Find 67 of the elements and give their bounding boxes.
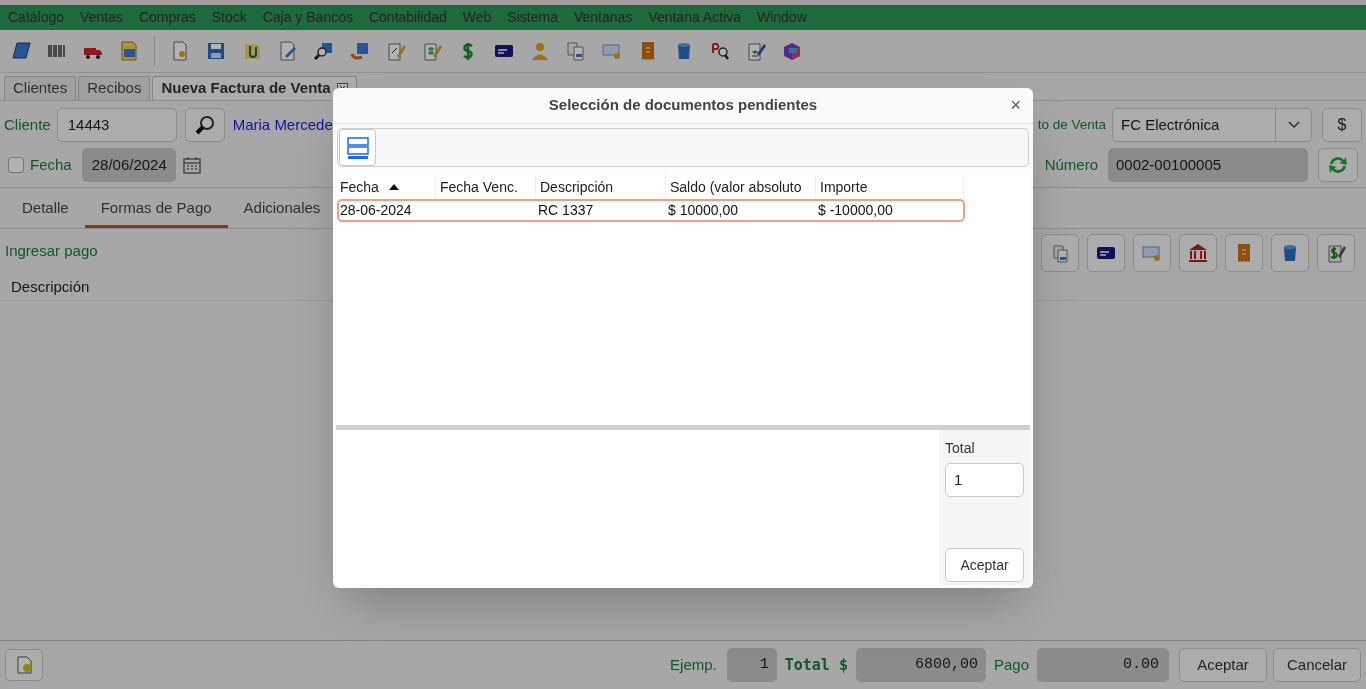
tab[interactable]: Formas de Pago — [84, 192, 228, 228]
field-label: Fecha — [30, 154, 72, 175]
total-field[interactable]: 1 — [945, 463, 1024, 497]
client-name: Maria Mercede — [232, 114, 333, 135]
magnifier-icon[interactable] — [313, 40, 335, 62]
tab[interactable]: Detalle — [6, 192, 85, 228]
chevron-down-icon — [1287, 121, 1300, 129]
field-label: to de Venta — [1037, 115, 1106, 134]
currency-button[interactable]: $ — [1322, 108, 1362, 142]
tab[interactable]: Adicionales — [227, 192, 337, 228]
section-label: Ingresar pago — [5, 240, 98, 261]
total-label: Total $ — [784, 654, 848, 676]
number-field[interactable]: 0002-00100005 — [1108, 148, 1308, 182]
refresh-button[interactable] — [1318, 148, 1358, 182]
cancel-button[interactable]: Cancelar — [1273, 648, 1361, 682]
document-icon — [14, 655, 34, 675]
tab[interactable]: Nueva Factura de Venta — [152, 76, 357, 100]
table-row[interactable]: 28-06-2024 RC 1337 $ 10000,00 $ -10000,00 — [337, 199, 965, 222]
checkbox[interactable] — [8, 157, 24, 173]
document-icon[interactable] — [118, 40, 140, 62]
accept-button[interactable]: Aceptar — [945, 548, 1024, 582]
search-button[interactable] — [184, 108, 225, 142]
column-header[interactable]: Fecha — [336, 175, 436, 199]
field-label: Ejemp. — [670, 654, 717, 675]
total-label: Total — [945, 439, 976, 458]
book-icon[interactable] — [10, 40, 32, 62]
calendar-icon[interactable] — [181, 155, 202, 175]
field-label: Número — [1044, 154, 1098, 175]
table-cell-text: $ -10000,00 — [817, 201, 894, 220]
calculator-edit-icon[interactable] — [745, 40, 767, 62]
payment-button[interactable] — [1179, 234, 1217, 272]
dollar-edit-icon — [1325, 242, 1347, 264]
layout-button[interactable] — [339, 129, 376, 166]
copy-icon[interactable] — [565, 40, 587, 62]
tab[interactable]: Recibos — [78, 76, 151, 100]
dialog-title: Selección de documentos pendientes — [548, 95, 818, 116]
payment-button[interactable] — [1317, 234, 1355, 272]
table-cell-text: RC 1337 — [537, 201, 595, 220]
save-icon[interactable] — [205, 40, 227, 62]
box-icon[interactable] — [781, 40, 803, 62]
field-label: Cliente — [4, 114, 51, 135]
person-icon[interactable] — [529, 40, 551, 62]
column-header[interactable]: Descripción — [536, 175, 666, 199]
payment-button[interactable] — [1271, 234, 1309, 272]
copies-field[interactable]: 1 — [726, 648, 777, 682]
rows-icon — [345, 135, 370, 160]
accept-button[interactable]: Aceptar — [1179, 648, 1267, 682]
column-header[interactable]: Saldo (valor absoluto — [666, 175, 816, 199]
table-cell-text: 28-06-2024 — [339, 201, 413, 220]
payment-button[interactable] — [1087, 234, 1125, 272]
total-field: 6800,00 — [855, 648, 986, 682]
date-field[interactable]: 28/06/2024 — [81, 148, 176, 182]
column-header[interactable]: Importe — [816, 175, 964, 199]
search-icon — [193, 114, 216, 136]
bank-icon — [1187, 242, 1209, 264]
close-button[interactable]: × — [1008, 94, 1023, 116]
document-edit-icon[interactable] — [277, 40, 299, 62]
payment-field: 0.00 — [1037, 648, 1169, 682]
tab[interactable]: Clientes — [4, 76, 77, 100]
table-cell-text: $ 10000,00 — [667, 201, 740, 220]
document-button[interactable] — [5, 649, 43, 681]
sale-point-dropdown[interactable]: FC Electrónica — [1112, 108, 1312, 142]
field-label: Pago — [993, 654, 1029, 675]
client-code-field[interactable]: 14443 — [56, 108, 177, 142]
column-header[interactable]: Descripción — [11, 276, 90, 299]
column-header[interactable]: Fecha Venc. — [436, 175, 536, 199]
magnifier-letters-icon[interactable] — [709, 40, 731, 62]
